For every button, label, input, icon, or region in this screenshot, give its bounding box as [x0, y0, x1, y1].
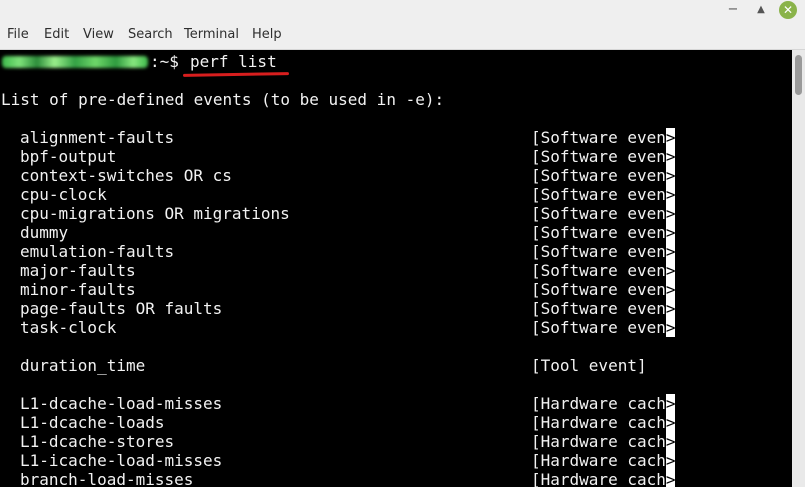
- truncation-marker: >: [665, 432, 676, 451]
- menu-file[interactable]: File: [7, 27, 29, 43]
- event-name: alignment-faults: [20, 128, 175, 147]
- minimize-button[interactable]: −: [724, 1, 742, 19]
- event-type-text: [Software even: [531, 185, 666, 204]
- event-type-text: [Hardware cach: [531, 394, 666, 413]
- prompt-suffix: :~$: [150, 52, 179, 71]
- menu-help[interactable]: Help: [252, 27, 282, 43]
- event-name: cpu-migrations OR migrations: [20, 204, 290, 223]
- event-name: duration_time: [20, 356, 146, 375]
- event-type-text: [Software even: [531, 147, 666, 166]
- truncation-marker: >: [665, 318, 676, 337]
- event-type: [Software even>: [531, 223, 676, 242]
- event-name: L1-dcache-load-misses: [20, 394, 223, 413]
- event-type-text: [Software even: [531, 166, 666, 185]
- truncation-marker: >: [665, 413, 676, 432]
- event-type: [Software even>: [531, 261, 676, 280]
- event-type: [Software even>: [531, 280, 676, 299]
- event-type: [Hardware cach>: [531, 451, 676, 470]
- event-name: L1-dcache-stores: [20, 432, 175, 451]
- event-type: [Hardware cach>: [531, 394, 676, 413]
- event-type-text: [Software even: [531, 318, 666, 337]
- event-type: [Hardware cach>: [531, 413, 676, 432]
- event-type-text: [Hardware cach: [531, 451, 666, 470]
- truncation-marker: >: [665, 204, 676, 223]
- event-name: context-switches OR cs: [20, 166, 232, 185]
- event-type: [Software even>: [531, 299, 676, 318]
- event-type-text: [Software even: [531, 280, 666, 299]
- event-name: task-clock: [20, 318, 117, 337]
- truncation-marker: >: [665, 185, 676, 204]
- truncation-marker: >: [665, 128, 676, 147]
- truncation-marker: >: [665, 451, 676, 470]
- event-type-text: [Software even: [531, 128, 666, 147]
- event-type: [Software even>: [531, 242, 676, 261]
- header-line: List of pre-defined events (to be used i…: [1, 90, 445, 109]
- red-underline-annotation: [182, 72, 290, 77]
- truncation-marker: >: [665, 223, 676, 242]
- event-name: bpf-output: [20, 147, 117, 166]
- event-type: [Software even>: [531, 147, 676, 166]
- event-type: [Software even>: [531, 185, 676, 204]
- menu-view[interactable]: View: [83, 27, 114, 43]
- event-name: dummy: [20, 223, 69, 242]
- truncation-marker: >: [665, 261, 676, 280]
- event-type-text: [Hardware cach: [531, 413, 666, 432]
- event-type: [Software even>: [531, 204, 676, 223]
- prompt-line: :~$ perf list: [0, 52, 400, 77]
- close-button[interactable]: ✕: [779, 1, 797, 19]
- vertical-scrollbar[interactable]: [792, 50, 805, 487]
- command-text: perf list: [190, 52, 277, 71]
- menu-terminal[interactable]: Terminal: [184, 27, 239, 43]
- event-type: [Software even>: [531, 166, 676, 185]
- maximize-button[interactable]: ▲: [752, 1, 770, 19]
- event-type: [Software even>: [531, 318, 676, 337]
- menu-search[interactable]: Search: [128, 27, 173, 43]
- event-type: [Software even>: [531, 128, 676, 147]
- event-type: [Hardware cach>: [531, 432, 676, 451]
- event-type-text: [Hardware cach: [531, 470, 666, 487]
- scrollbar-thumb[interactable]: [795, 55, 802, 95]
- event-type-text: [Software even: [531, 261, 666, 280]
- truncation-marker: >: [665, 166, 676, 185]
- truncation-marker: >: [665, 394, 676, 413]
- event-name: L1-icache-load-misses: [20, 451, 223, 470]
- event-type-text: [Software even: [531, 299, 666, 318]
- event-name: major-faults: [20, 261, 136, 280]
- event-name: cpu-clock: [20, 185, 107, 204]
- event-name: minor-faults: [20, 280, 136, 299]
- truncation-marker: >: [665, 280, 676, 299]
- truncation-marker: >: [665, 242, 676, 261]
- event-type-text: [Software even: [531, 223, 666, 242]
- event-type-text: [Software even: [531, 204, 666, 223]
- truncation-marker: >: [665, 299, 676, 318]
- event-name: L1-dcache-loads: [20, 413, 165, 432]
- event-type-text: [Hardware cach: [531, 432, 666, 451]
- event-name: emulation-faults: [20, 242, 175, 261]
- event-name: branch-load-misses: [20, 470, 194, 487]
- truncation-marker: >: [665, 147, 676, 166]
- menu-bar: File Edit View Search Terminal Help − ▲ …: [0, 0, 805, 50]
- menu-edit[interactable]: Edit: [44, 27, 69, 43]
- blurred-username: [2, 56, 148, 68]
- event-type: [Tool event]: [531, 356, 647, 375]
- event-type-text: [Software even: [531, 242, 666, 261]
- event-type: [Hardware cach>: [531, 470, 676, 487]
- truncation-marker: >: [665, 470, 676, 487]
- terminal-output[interactable]: :~$ perf list List of pre-defined events…: [0, 50, 792, 487]
- event-name: page-faults OR faults: [20, 299, 223, 318]
